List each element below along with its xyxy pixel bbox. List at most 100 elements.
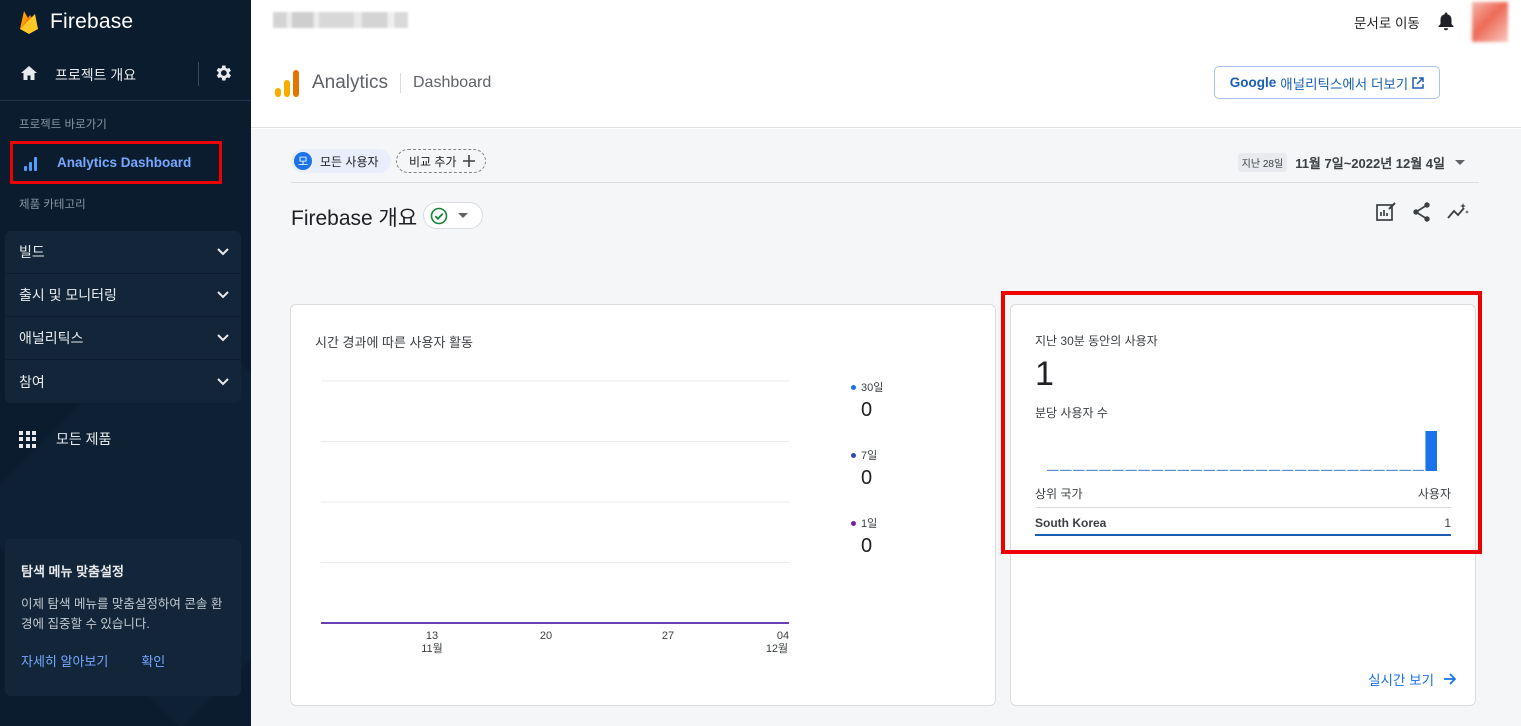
legend-dot — [851, 384, 856, 390]
analytics-logo-icon — [275, 70, 301, 97]
minute-bar — [1164, 469, 1176, 471]
caret-down-icon — [458, 213, 468, 218]
sidebar-item-all-products[interactable]: 모든 제품 — [19, 429, 111, 449]
category-label: 참여 — [19, 373, 45, 390]
chevron-down-icon — [217, 291, 229, 299]
users-per-minute-chart — [1047, 431, 1437, 471]
divider — [0, 100, 251, 101]
legend-dot — [851, 520, 856, 526]
audience-label: 모든 사용자 — [320, 154, 379, 169]
bar-chart-icon — [24, 155, 40, 171]
customize-description: 이제 탐색 메뉴를 맞춤설정하여 콘솔 환경에 집중할 수 있습니다. — [21, 597, 223, 631]
divider — [400, 73, 401, 93]
view-realtime-link[interactable]: 실시간 보기 — [1368, 669, 1457, 689]
open-in-new-icon — [1412, 76, 1424, 89]
minute-bar — [1425, 431, 1437, 471]
add-comparison-label: 비교 추가 — [409, 154, 457, 169]
card-title: 지난 30분 동안의 사용자 — [1035, 334, 1158, 348]
project-overview[interactable]: 프로젝트 개요 — [0, 52, 251, 96]
user-activity-card: 시간 경과에 따른 사용자 활동 13 11월 20 27 04 12월 30일 0 7일… — [290, 304, 996, 706]
country-name: South Korea — [1035, 516, 1107, 530]
sidebar: Firebase 프로젝트 개요 프로젝트 바로가기 Analytics Das… — [0, 0, 251, 726]
minute-bar — [1308, 469, 1320, 471]
docs-link[interactable]: 문서로 이동 — [1354, 12, 1420, 32]
chevron-down-icon — [217, 377, 229, 385]
legend-label: 30일 — [861, 382, 884, 394]
minute-bar — [1294, 469, 1307, 471]
minute-bar — [1190, 469, 1203, 471]
minute-bar — [1125, 469, 1137, 471]
status-dropdown[interactable] — [423, 202, 483, 229]
add-comparison-button[interactable]: 비교 추가 — [396, 149, 486, 173]
country-users: 1 — [1444, 516, 1451, 530]
brand[interactable]: Firebase — [18, 8, 133, 36]
chevron-down-icon — [217, 248, 229, 256]
minute-bar — [1060, 469, 1072, 471]
minute-bar — [1138, 469, 1150, 471]
minute-bar — [1386, 469, 1398, 471]
share-icon[interactable] — [1411, 201, 1433, 223]
caret-down-icon — [1455, 160, 1465, 165]
x-tick-sublabel: 11월 — [421, 642, 443, 655]
minute-bar — [1242, 469, 1255, 471]
legend-7d: 7일 0 — [851, 447, 911, 490]
minute-bar — [1321, 469, 1333, 471]
edit-report-icon[interactable] — [1375, 201, 1397, 223]
user-activity-chart: 1311월 20 27 0412월 — [321, 380, 789, 655]
avatar[interactable] — [1472, 2, 1508, 42]
header: 문서로 이동 Analytics Dashboard Google 애널리틱스에… — [251, 0, 1521, 128]
gear-icon[interactable] — [213, 63, 233, 83]
minute-bar — [1073, 469, 1085, 471]
table-row[interactable]: South Korea 1 — [1035, 508, 1451, 536]
bell-icon[interactable] — [1437, 11, 1455, 31]
apps-grid-icon — [19, 430, 36, 448]
insights-icon[interactable] — [1447, 201, 1469, 223]
minute-bar — [1360, 469, 1372, 471]
sidebar-item-analytics[interactable]: 애널리틱스 — [5, 317, 241, 360]
sidebar-item-label: Analytics Dashboard — [57, 155, 192, 170]
date-range-value: 11월 7일~2022년 12월 4일 — [1295, 156, 1445, 171]
sidebar-item-build[interactable]: 빌드 — [5, 231, 241, 274]
category-label: 출시 및 모니터링 — [19, 287, 117, 303]
sidebar-item-release-monitor[interactable]: 출시 및 모니터링 — [5, 274, 241, 317]
minute-bar — [1229, 469, 1242, 471]
legend-label: 7일 — [861, 450, 878, 462]
category-label: 빌드 — [19, 244, 45, 260]
google-analytics-more-button[interactable]: Google 애널리틱스에서 더보기 — [1214, 66, 1440, 99]
minute-bar — [1086, 469, 1098, 471]
date-range-pill: 지난 28일 — [1237, 153, 1288, 172]
minute-bar — [1099, 469, 1111, 471]
arrow-right-icon — [1444, 673, 1457, 685]
legend-label: 1일 — [861, 518, 878, 530]
sidebar-item-engage[interactable]: 참여 — [5, 360, 241, 403]
minute-bar — [1177, 469, 1190, 471]
x-tick-label: 20 — [540, 630, 552, 642]
divider — [198, 62, 199, 86]
users-header: 사용자 — [1417, 487, 1451, 501]
x-tick-label: 04 — [777, 630, 789, 642]
analytics-title: Analytics — [312, 72, 389, 93]
card-title: 시간 경과에 따른 사용자 활동 — [315, 335, 473, 350]
customize-title: 탐색 메뉴 맞춤설정 — [21, 564, 124, 579]
minute-bar — [1047, 469, 1059, 471]
legend-1d: 1일 0 — [851, 515, 911, 558]
category-list: 빌드 출시 및 모니터링 애널리틱스 참여 — [5, 231, 241, 403]
sidebar-item-analytics-dashboard[interactable]: Analytics Dashboard — [10, 141, 222, 184]
x-tick-label: 13 — [426, 630, 438, 642]
customize-nav-card: 탐색 메뉴 맞춤설정 이제 탐색 메뉴를 맞춤설정하여 콘솔 환경에 집중할 수… — [5, 539, 241, 696]
legend-dot — [851, 452, 856, 458]
shortcuts-label: 프로젝트 바로가기 — [19, 119, 107, 131]
legend-value: 0 — [861, 535, 873, 557]
audience-chip[interactable]: 모 모든 사용자 — [291, 149, 391, 173]
ga-button-label: 애널리틱스에서 더보기 — [1280, 76, 1409, 92]
learn-more-link[interactable]: 자세히 알아보기 — [21, 651, 108, 670]
per-minute-label: 분당 사용자 수 — [1035, 406, 1108, 420]
date-range-picker[interactable]: 지난 28일 11월 7일~2022년 12월 4일 — [1237, 153, 1465, 172]
categories-label: 제품 카테고리 — [19, 199, 86, 211]
audience-badge: 모 — [294, 152, 312, 170]
category-label: 애널리틱스 — [19, 330, 84, 346]
minute-bar — [1112, 469, 1124, 471]
main-content: 모 모든 사용자 비교 추가 지난 28일 11월 7일~2022년 12월 4… — [251, 129, 1521, 726]
confirm-button[interactable]: 확인 — [141, 651, 165, 670]
minute-bar — [1216, 469, 1229, 471]
